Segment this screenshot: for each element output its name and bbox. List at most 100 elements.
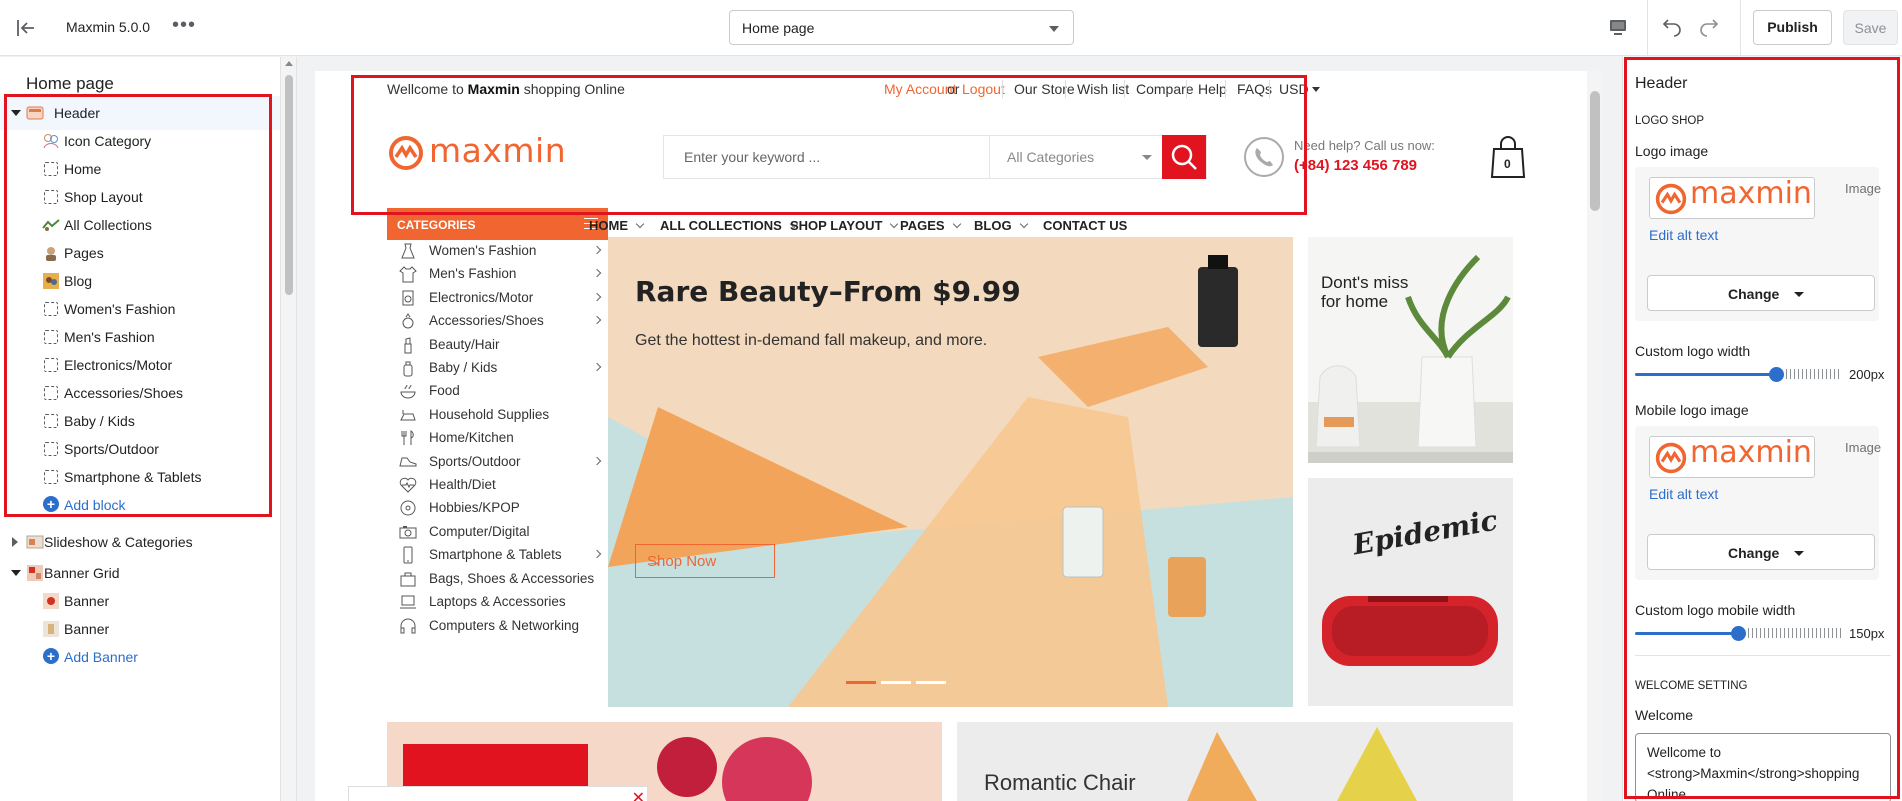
logo-preview[interactable]: maxmin bbox=[1649, 177, 1815, 219]
more-actions-button[interactable]: ••• bbox=[172, 14, 196, 37]
currency-select[interactable]: USD bbox=[1279, 81, 1321, 97]
mobile-logo-preview[interactable]: maxmin bbox=[1649, 436, 1815, 478]
category-computers-networking[interactable]: Computers & Networking bbox=[387, 615, 608, 638]
slide-dot[interactable] bbox=[881, 681, 911, 684]
hero-slide[interactable]: Rare Beauty–From $9.99 Get the hottest i… bbox=[608, 237, 1293, 707]
category-beauty-hair[interactable]: Beauty/Hair bbox=[387, 334, 608, 357]
block-label: Men's Fashion bbox=[64, 329, 155, 345]
add-banner-button[interactable]: + Add Banner bbox=[0, 640, 280, 674]
faqs-link[interactable]: FAQs bbox=[1237, 81, 1272, 97]
change-mobile-logo-button[interactable]: Change bbox=[1647, 534, 1875, 570]
chevron-right-icon[interactable] bbox=[12, 537, 18, 547]
category-baby-kids[interactable]: Baby / Kids bbox=[387, 357, 608, 380]
publish-button[interactable]: Publish bbox=[1753, 10, 1832, 45]
welcome-textarea[interactable]: Wellcome to <strong>Maxmin</strong>shopp… bbox=[1635, 733, 1891, 801]
chevron-down-icon bbox=[952, 219, 961, 229]
divider bbox=[1225, 80, 1226, 98]
help-contact: Need help? Call us now: (+84) 123 456 78… bbox=[1242, 133, 1472, 183]
slider-track-ticks bbox=[1786, 369, 1841, 379]
page-select-value: Home page bbox=[742, 20, 815, 36]
search-bar: Enter your keyword ... All Categories bbox=[663, 135, 1207, 179]
cart-button[interactable]: 0 bbox=[1488, 133, 1528, 179]
category-mens-fashion[interactable]: Men's Fashion bbox=[387, 263, 608, 286]
search-button[interactable] bbox=[1162, 135, 1206, 179]
nav-shop-layout[interactable]: SHOP LAYOUT bbox=[790, 218, 899, 233]
custom-logo-width-slider[interactable] bbox=[1635, 366, 1841, 382]
category-food[interactable]: Food bbox=[387, 380, 608, 403]
wishlist-link[interactable]: Wish list bbox=[1077, 81, 1129, 97]
slider-handle[interactable] bbox=[1769, 367, 1784, 382]
slide-dot[interactable] bbox=[916, 681, 946, 684]
close-icon[interactable]: ✕ bbox=[632, 788, 645, 801]
custom-logo-mobile-width-slider[interactable] bbox=[1635, 625, 1841, 641]
category-electronics-motor[interactable]: Electronics/Motor bbox=[387, 287, 608, 310]
logo-image-label: Logo image bbox=[1635, 143, 1709, 159]
nav-all-collections[interactable]: ALL COLLECTIONS bbox=[660, 218, 799, 233]
chevron-right-icon bbox=[592, 362, 602, 372]
shoe-icon bbox=[399, 457, 417, 467]
scrollbar-thumb[interactable] bbox=[285, 75, 293, 295]
store-logo[interactable]: maxmin bbox=[387, 131, 566, 177]
slide-dot-active[interactable] bbox=[846, 681, 876, 684]
side-banner-speaker[interactable]: Epidemic bbox=[1308, 478, 1513, 706]
category-computer-digital[interactable]: Computer/Digital bbox=[387, 521, 608, 544]
image-label: Image bbox=[1845, 181, 1882, 196]
nav-home[interactable]: HOME bbox=[589, 218, 645, 233]
block-label: Banner bbox=[64, 593, 110, 609]
exit-icon[interactable] bbox=[14, 16, 38, 40]
bottom-banner-chair[interactable]: Romantic Chair bbox=[957, 722, 1513, 801]
nav-pages[interactable]: PAGES bbox=[900, 218, 961, 233]
chevron-down-icon bbox=[1049, 26, 1059, 32]
change-logo-button[interactable]: Change bbox=[1647, 275, 1875, 311]
nav-contact-us[interactable]: CONTACT US bbox=[1043, 218, 1127, 233]
shop-now-button[interactable]: Shop Now → bbox=[635, 544, 775, 578]
baby-bottle-icon bbox=[403, 361, 413, 377]
category-hobbies-kpop[interactable]: Hobbies/KPOP bbox=[387, 497, 608, 520]
edit-alt-text-link[interactable]: Edit alt text bbox=[1649, 227, 1718, 243]
category-sports-outdoor[interactable]: Sports/Outdoor bbox=[387, 451, 608, 474]
editor-topbar: Maxmin 5.0.0 ••• Home page Publish Save bbox=[0, 0, 1902, 56]
side-banner-home[interactable]: Dont's miss for home bbox=[1308, 237, 1513, 463]
category-health-diet[interactable]: Health/Diet bbox=[387, 474, 608, 497]
divider bbox=[1186, 80, 1187, 98]
banner-thumbnail-icon bbox=[43, 593, 59, 609]
categories-toggle[interactable]: CATEGORIES bbox=[387, 208, 608, 240]
left-panel-scrollbar[interactable] bbox=[281, 57, 297, 801]
block-label: Home bbox=[64, 161, 102, 177]
edit-alt-text-link[interactable]: Edit alt text bbox=[1649, 486, 1718, 502]
help-link[interactable]: Help bbox=[1198, 81, 1227, 97]
section-slideshow-categories[interactable]: Slideshow & Categories bbox=[0, 525, 280, 559]
slider-handle[interactable] bbox=[1731, 626, 1746, 641]
category-household-supplies[interactable]: Household Supplies bbox=[387, 404, 608, 427]
category-smartphone-tablets[interactable]: Smartphone & Tablets bbox=[387, 544, 608, 567]
save-button[interactable]: Save bbox=[1843, 10, 1898, 45]
block-label: Electronics/Motor bbox=[64, 357, 173, 373]
chevron-down-icon[interactable] bbox=[11, 110, 21, 116]
chevron-down-icon[interactable] bbox=[11, 570, 21, 576]
redo-icon[interactable] bbox=[1697, 14, 1721, 38]
scroll-up-arrow-icon[interactable] bbox=[285, 61, 293, 66]
block-label: Pages bbox=[64, 245, 104, 261]
compare-link[interactable]: Compare bbox=[1136, 81, 1194, 97]
category-bags-shoes-accessories[interactable]: Bags, Shoes & Accessories bbox=[387, 568, 608, 591]
category-laptops-accessories[interactable]: Laptops & Accessories bbox=[387, 591, 608, 614]
page-select[interactable]: Home page bbox=[729, 10, 1074, 45]
category-womens-fashion[interactable]: Women's Fashion bbox=[387, 240, 608, 263]
my-account-link[interactable]: My Account bbox=[884, 81, 956, 97]
block-icon bbox=[44, 386, 58, 400]
scrollbar-thumb[interactable] bbox=[1590, 91, 1600, 211]
chevron-right-icon bbox=[592, 549, 602, 559]
section-label: Header bbox=[54, 105, 100, 121]
category-home-kitchen[interactable]: Home/Kitchen bbox=[387, 427, 608, 450]
undo-icon[interactable] bbox=[1660, 14, 1684, 38]
category-accessories-shoes[interactable]: Accessories/Shoes bbox=[387, 310, 608, 333]
add-block-button[interactable]: + Add block bbox=[0, 488, 280, 522]
search-category-select[interactable]: All Categories bbox=[1007, 149, 1094, 165]
search-input[interactable]: Enter your keyword ... bbox=[684, 149, 820, 165]
nav-blog[interactable]: BLOG bbox=[974, 218, 1028, 233]
canvas-scrollbar[interactable] bbox=[1587, 71, 1603, 801]
help-phone[interactable]: (+84) 123 456 789 bbox=[1294, 157, 1417, 174]
desktop-icon[interactable] bbox=[1607, 16, 1629, 38]
logout-link[interactable]: Logout bbox=[962, 81, 1005, 97]
smartphone-icon bbox=[403, 546, 413, 564]
